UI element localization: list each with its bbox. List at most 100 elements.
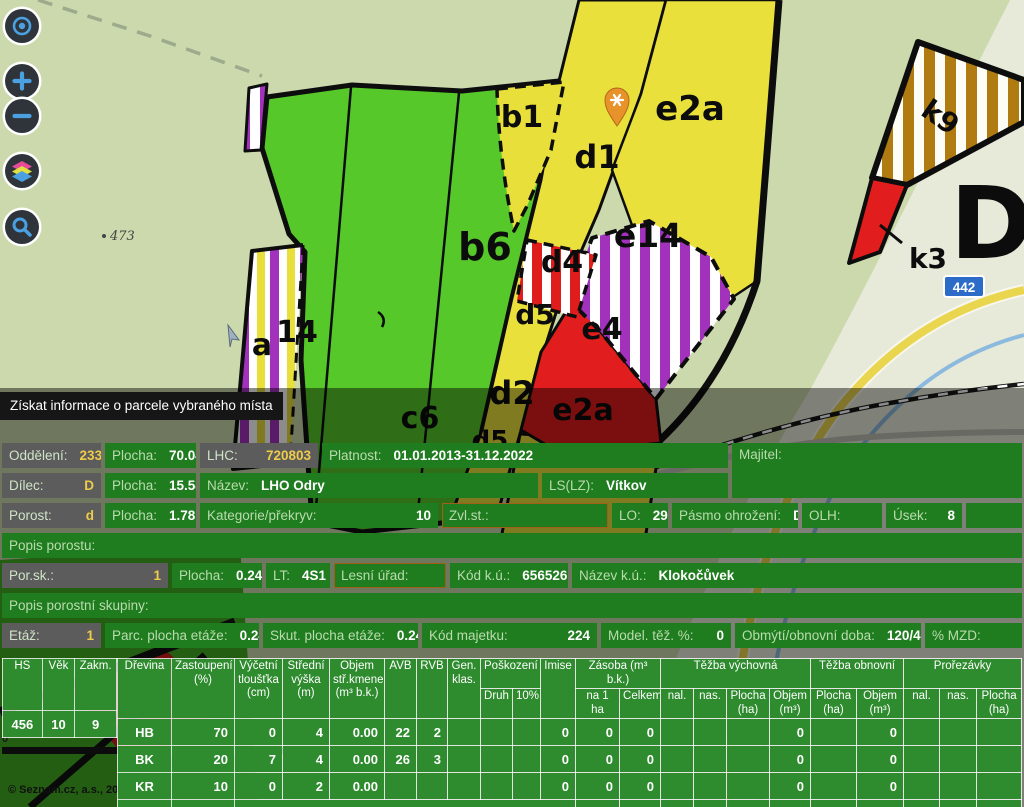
field-plocha-porost: Plocha: 1.78: [105, 503, 196, 528]
field-value: 15.58: [169, 478, 196, 493]
table-cell: [939, 718, 978, 747]
field-label: Etáž:: [9, 628, 40, 643]
field-mzd: % MZD:: [925, 623, 1022, 648]
field-lslz: LS(LZ): Vítkov: [542, 473, 728, 498]
field-usek-spacer: [966, 503, 1022, 528]
field-label: Lesní úřad:: [341, 568, 409, 583]
locate-button[interactable]: [5, 9, 39, 43]
col-header: RVB: [416, 657, 448, 720]
field-popis-skupiny: Popis porostní skupiny:: [2, 593, 1022, 618]
zoom-in-button[interactable]: [5, 64, 39, 98]
field-value: 10: [415, 508, 431, 523]
table-cell: 10: [171, 772, 235, 801]
field-value: 656526: [522, 568, 568, 583]
table-cell: [693, 745, 728, 774]
field-label: Název:: [207, 478, 250, 493]
field-platnost: Platnost: 01.01.2013-31.12.2022: [322, 443, 728, 468]
table-cell: [976, 745, 1023, 774]
table-cell: 9: [74, 710, 117, 738]
table-cell: [810, 745, 858, 774]
col-header: na 1 ha: [575, 688, 621, 720]
table-cell: [384, 772, 417, 801]
table-cell: [903, 718, 941, 747]
parcel-label-d1: d1: [574, 138, 619, 176]
table-cell: [660, 718, 695, 747]
col-header: Těžba výchovná: [660, 657, 812, 690]
table-cell: 0.00: [329, 772, 385, 801]
col-header: Objem (m³): [769, 688, 812, 720]
crosshair-icon: [12, 16, 32, 36]
table-cell: KR: [117, 772, 172, 801]
table-cell: 0: [693, 799, 728, 807]
table-cell: [480, 772, 513, 801]
table-cell: 0: [769, 745, 812, 774]
field-lt: LT: 4S1: [266, 563, 330, 588]
field-nazev: Název: LHO Odry: [200, 473, 538, 498]
field-plocha-porsk: Plocha: 0.24: [172, 563, 262, 588]
col-header: Druh: [480, 688, 513, 720]
field-label: Zvl.st.:: [449, 508, 489, 523]
field-nazev-ku: Název k.ú.: Klokočůvek: [572, 563, 1022, 588]
col-header: nal.: [660, 688, 695, 720]
table-cell: 456: [2, 710, 43, 738]
table-cell: [726, 772, 771, 801]
field-label: Platnost:: [329, 448, 382, 463]
col-header: Dřevina: [117, 657, 172, 720]
table-cell: 0: [769, 772, 812, 801]
table-cell: BK: [117, 745, 172, 774]
field-label: LT:: [273, 568, 291, 583]
col-header: Objem stř.kmene (m³ b.k.): [329, 657, 385, 720]
field-value: 0.24: [396, 628, 418, 643]
species-row: HB 70 0 4 0.00 22 2 0 0 0 0 0: [117, 718, 1023, 747]
field-olh: OLH:: [802, 503, 882, 528]
col-header: Věk: [41, 658, 76, 711]
table-cell: [726, 718, 771, 747]
field-label: OLH:: [809, 508, 841, 523]
parcel-label-k3: k3: [909, 242, 947, 275]
zoom-out-button[interactable]: [5, 99, 39, 133]
search-button[interactable]: [5, 210, 39, 244]
field-label: Plocha:: [179, 568, 225, 583]
table-cell: 100: [171, 799, 235, 807]
col-header: Plocha (ha): [976, 688, 1023, 720]
field-porost: Porost: d: [2, 503, 101, 528]
table-cell: 1: [903, 799, 941, 807]
table-cell: [660, 772, 695, 801]
table-cell: 3: [416, 745, 448, 774]
table-cell: 7: [234, 745, 283, 774]
table-cell: 0.00: [810, 799, 858, 807]
field-label: Plocha:: [112, 448, 158, 463]
table-cell: 4: [282, 745, 330, 774]
table-cell: [693, 772, 728, 801]
field-label: Úsek:: [893, 508, 928, 523]
field-label: Popis porostu:: [9, 538, 96, 553]
field-value: 29: [652, 508, 668, 523]
col-header: AVB: [384, 657, 417, 720]
field-oddeleni: Oddělení: 233: [2, 443, 101, 468]
col-header: Střední výška (m): [282, 657, 330, 720]
field-majitel: Majitel:: [732, 443, 1022, 498]
field-value: 70.04: [169, 448, 196, 463]
table-cell: 4: [282, 718, 330, 747]
field-label: Plocha:: [112, 478, 158, 493]
parcel-label-b6: b6: [458, 225, 512, 269]
table-cell: 0: [769, 799, 812, 807]
minus-icon: [12, 113, 32, 119]
table-cell: Celkem:: [117, 799, 172, 807]
table-cell: [939, 745, 978, 774]
table-cell: HB: [117, 718, 172, 747]
table-cell: 0: [856, 799, 905, 807]
field-label: LS(LZ):: [549, 478, 595, 493]
field-value: Klokočůvek: [658, 568, 735, 583]
table-cell: 0: [856, 718, 905, 747]
field-usek: Úsek: 8: [886, 503, 962, 528]
layers-button[interactable]: [5, 154, 39, 188]
table-cell: [810, 772, 858, 801]
table-cell: [976, 718, 1023, 747]
table-cell: 0: [856, 772, 905, 801]
col-header: Imise: [540, 657, 577, 720]
field-plocha-dilec: Plocha: 15.58: [105, 473, 196, 498]
field-value: 1: [86, 628, 94, 643]
col-header: Plocha (ha): [810, 688, 858, 720]
field-label: LHC:: [207, 448, 238, 463]
